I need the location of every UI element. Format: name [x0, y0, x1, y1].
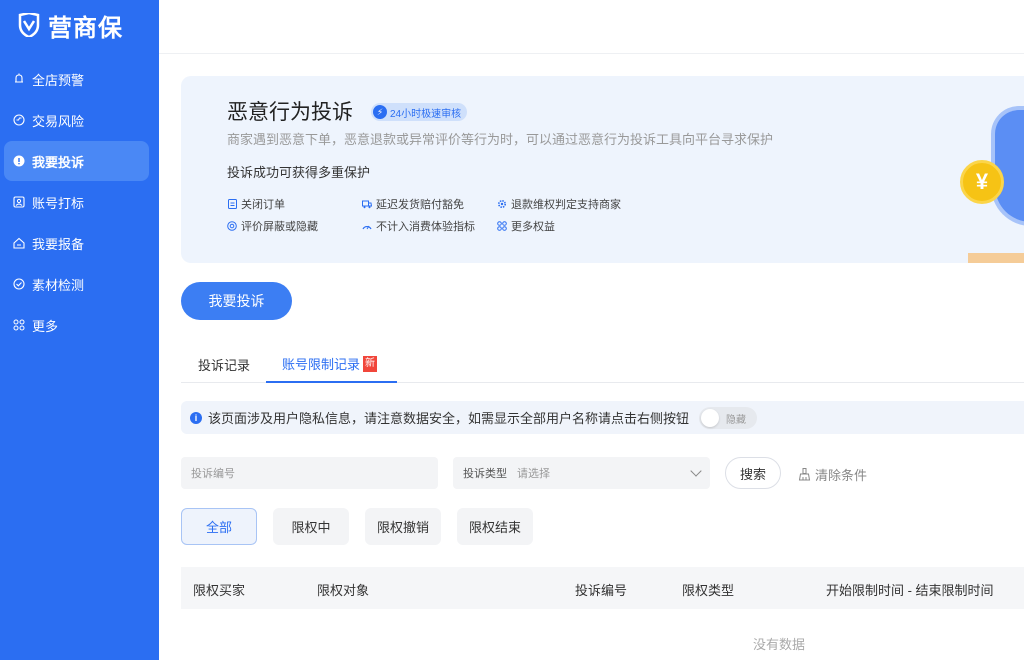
- record-tabs: 投诉记录 账号限制记录 新: [181, 346, 1024, 383]
- sidebar-item-label: 账号打标: [32, 195, 85, 211]
- grid-icon: [497, 221, 507, 231]
- brand-logo[interactable]: 营商保: [18, 10, 123, 42]
- logo-shield-icon: [18, 11, 40, 39]
- decorative-bar: [968, 253, 1024, 263]
- sidebar-item-more[interactable]: 更多: [4, 305, 149, 345]
- complaint-icon: [12, 154, 26, 168]
- info-icon: i: [190, 411, 202, 424]
- empty-state-text: 没有数据: [753, 637, 806, 652]
- filter-chip-ended[interactable]: 限权结束: [457, 508, 533, 545]
- sidebar-item-account-tag[interactable]: 账号打标: [4, 182, 149, 222]
- clear-label: 清除条件: [815, 468, 868, 483]
- sidebar-item-complaint[interactable]: 我要投诉: [4, 141, 149, 181]
- input-placeholder: 投诉编号: [191, 468, 235, 480]
- banner-description: 商家遇到恶意下单，恶意退款或异常评价等行为时，可以通过恶意行为投诉工具向平台寻求…: [227, 132, 774, 147]
- document-icon: [227, 199, 237, 209]
- sidebar: 营商保 全店预警 交易风险 我要投诉 账号打标 我要报备 素材检测 更多: [0, 0, 159, 660]
- sidebar-item-label: 全店预警: [32, 72, 85, 88]
- banner-title: 恶意行为投诉: [227, 101, 353, 124]
- brand-name: 营商保: [48, 14, 123, 42]
- broom-icon: [797, 468, 811, 482]
- benefit-label: 退款维权判定支持商家: [511, 199, 621, 211]
- gear-icon: [497, 199, 507, 209]
- filter-chip-all[interactable]: 全部: [181, 508, 257, 545]
- privacy-toggle[interactable]: 隐藏: [699, 406, 758, 429]
- clear-filters-button[interactable]: 清除条件: [797, 465, 867, 484]
- tab-complaint-records[interactable]: 投诉记录: [198, 346, 250, 383]
- sidebar-item-trade-risk[interactable]: 交易风险: [4, 100, 149, 140]
- privacy-notice: i 该页面涉及用户隐私信息，请注意数据安全，如需显示全部用户名称请点击右侧按钮 …: [181, 401, 1024, 434]
- gauge-icon: [362, 221, 372, 231]
- bell-icon: [12, 72, 26, 86]
- toggle-label: 隐藏: [726, 414, 747, 426]
- benefit-label: 更多权益: [511, 221, 555, 233]
- report-icon: [12, 236, 26, 250]
- sidebar-nav: 全店预警 交易风险 我要投诉 账号打标 我要报备 素材检测 更多: [0, 58, 159, 346]
- tab-account-restriction-records[interactable]: 账号限制记录 新: [266, 346, 397, 383]
- badge-text: 24小时极速审核: [390, 108, 462, 120]
- column-header: 限权对象: [317, 583, 370, 598]
- column-header: 限权买家: [193, 583, 246, 598]
- sidebar-item-label: 素材检测: [32, 277, 85, 293]
- sidebar-item-report[interactable]: 我要报备: [4, 223, 149, 263]
- check-icon: [12, 277, 26, 291]
- submit-complaint-button[interactable]: 我要投诉: [181, 282, 292, 320]
- column-header: 开始限制时间 - 结束限制时间: [826, 583, 994, 598]
- notice-text: 该页面涉及用户隐私信息，请注意数据安全，如需显示全部用户名称请点击右侧按钮: [208, 411, 690, 426]
- benefit-label: 不计入消费体验指标: [376, 221, 475, 233]
- top-bar: [159, 0, 1024, 54]
- more-grid-icon: [12, 318, 26, 332]
- filter-chip-restricting[interactable]: 限权中: [273, 508, 349, 545]
- new-badge: 新: [363, 355, 378, 372]
- benefit-label: 关闭订单: [241, 199, 285, 211]
- sidebar-item-label: 更多: [32, 318, 59, 334]
- benefit-item: 关闭订单: [227, 196, 285, 212]
- sidebar-item-label: 交易风险: [32, 113, 85, 129]
- column-header: 投诉编号: [575, 583, 628, 598]
- complaint-banner: 恶意行为投诉 ⚡ 24小时极速审核 商家遇到恶意下单，恶意退款或异常评价等行为时…: [181, 76, 1024, 263]
- lightning-icon: ⚡: [373, 105, 387, 119]
- sidebar-item-label: 我要投诉: [32, 154, 85, 170]
- search-button[interactable]: 搜索: [725, 457, 781, 489]
- eye-icon: [227, 221, 237, 231]
- fast-review-badge: ⚡ 24小时极速审核: [371, 103, 468, 121]
- risk-icon: [12, 113, 26, 127]
- tab-label: 投诉记录: [198, 358, 251, 373]
- benefit-item: 退款维权判定支持商家: [497, 196, 621, 212]
- select-placeholder: 请选择: [517, 468, 550, 480]
- benefit-item: 不计入消费体验指标: [362, 218, 475, 234]
- sidebar-item-label: 我要报备: [32, 236, 85, 252]
- benefit-item: 延迟发货赔付豁免: [362, 196, 464, 212]
- tab-label: 账号限制记录: [282, 357, 361, 372]
- chevron-down-icon: [690, 465, 702, 477]
- sidebar-item-material-check[interactable]: 素材检测: [4, 264, 149, 304]
- column-header: 限权类型: [682, 583, 735, 598]
- sidebar-item-store-alert[interactable]: 全店预警: [4, 59, 149, 99]
- coin-icon: ¥: [960, 160, 1004, 204]
- truck-icon: [362, 199, 372, 209]
- benefit-item: 更多权益: [497, 218, 555, 234]
- filter-chip-revoked[interactable]: 限权撤销: [365, 508, 441, 545]
- complaint-type-select[interactable]: 投诉类型 请选择: [453, 457, 710, 489]
- toggle-knob: [701, 408, 720, 427]
- benefit-label: 延迟发货赔付豁免: [376, 199, 464, 211]
- banner-subtitle: 投诉成功可获得多重保护: [227, 165, 371, 180]
- benefit-label: 评价屏蔽或隐藏: [241, 221, 318, 233]
- tag-icon: [12, 195, 26, 209]
- benefit-item: 评价屏蔽或隐藏: [227, 218, 318, 234]
- table-header: 限权买家 限权对象 投诉编号 限权类型 开始限制时间 - 结束限制时间: [181, 567, 1024, 609]
- select-label: 投诉类型: [463, 468, 507, 480]
- complaint-number-input[interactable]: 投诉编号: [181, 457, 438, 489]
